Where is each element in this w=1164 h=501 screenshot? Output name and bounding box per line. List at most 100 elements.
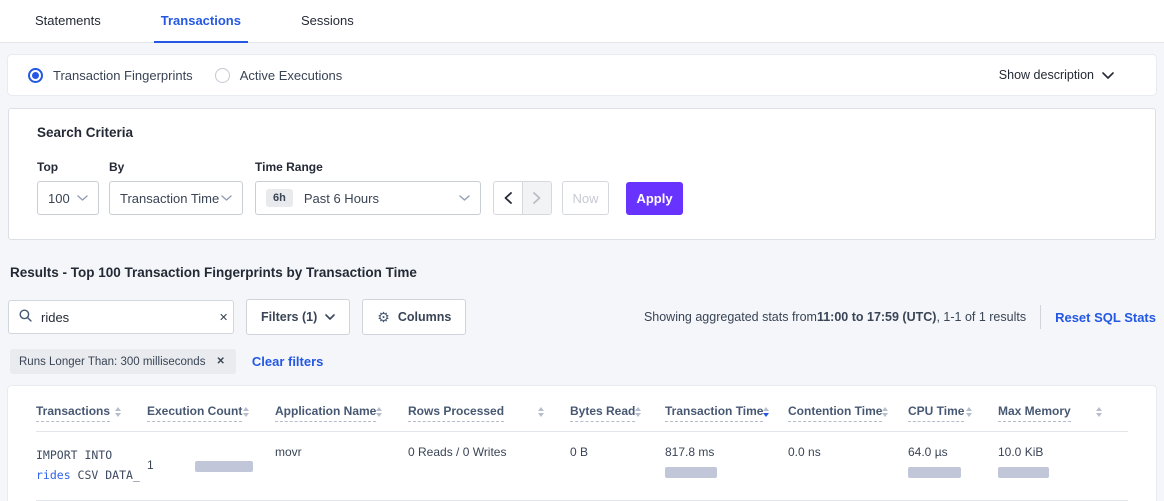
view-toggle-row: Transaction Fingerprints Active Executio…	[8, 55, 1156, 95]
transaction-time-cell: 817.8 ms	[665, 445, 788, 485]
tab-statements[interactable]: Statements	[28, 0, 108, 43]
transaction-time-value: 817.8 ms	[665, 445, 788, 459]
top-field: Top 100	[37, 160, 109, 215]
gear-icon: ⚙	[377, 310, 390, 324]
search-icon	[19, 309, 32, 325]
time-window-arrows	[493, 181, 552, 215]
table-row: IMPORT INTO rides CSV DATA_ 1 movr 0 Rea…	[36, 432, 1128, 501]
chevron-down-icon	[1102, 72, 1114, 79]
show-description-label: Show description	[999, 68, 1094, 82]
sort-icon[interactable]	[376, 404, 382, 417]
column-header-cpu-time[interactable]: CPU Time	[908, 404, 998, 422]
column-header-transaction-time[interactable]: Transaction Time	[665, 404, 788, 422]
max-memory-value: 10.0 KiB	[998, 445, 1128, 459]
time-range-field: Time Range 6h Past 6 Hours	[255, 160, 481, 215]
next-time-window-button[interactable]	[522, 182, 551, 214]
rows-processed-cell: 0 Reads / 0 Writes	[408, 445, 570, 485]
chevron-down-icon	[325, 314, 335, 320]
active-filters-row: Runs Longer Than: 300 milliseconds ✕ Cle…	[10, 349, 1154, 374]
time-range-select[interactable]: 6h Past 6 Hours	[255, 181, 481, 215]
sort-icon[interactable]	[882, 404, 888, 417]
tab-sessions[interactable]: Sessions	[294, 0, 361, 43]
radio-label: Active Executions	[240, 68, 343, 83]
by-select[interactable]: Transaction Time	[109, 181, 243, 215]
results-heading: Results - Top 100 Transaction Fingerprin…	[10, 265, 1154, 280]
column-header-max-memory[interactable]: Max Memory	[998, 404, 1128, 422]
sort-icon[interactable]	[1096, 404, 1102, 417]
filters-button-label: Filters (1)	[261, 310, 317, 324]
sort-icon[interactable]	[243, 404, 249, 417]
sort-icon[interactable]	[538, 404, 544, 417]
top-select[interactable]: 100	[37, 181, 99, 215]
time-range-value: Past 6 Hours	[304, 191, 379, 206]
stats-prefix: Showing aggregated stats from	[644, 310, 817, 324]
sort-icon[interactable]	[115, 404, 121, 417]
column-header-bytes-read[interactable]: Bytes Read	[570, 404, 665, 422]
execution-count-value: 1	[147, 458, 154, 472]
radio-unselected-icon	[215, 68, 230, 83]
time-range-badge: 6h	[266, 189, 293, 207]
by-select-value: Transaction Time	[120, 191, 219, 206]
max-memory-cell: 10.0 KiB	[998, 445, 1128, 485]
apply-button[interactable]: Apply	[626, 182, 683, 215]
column-header-label: Bytes Read	[570, 404, 635, 422]
column-header-execution-count[interactable]: Execution Count	[147, 404, 275, 422]
chevron-down-icon	[77, 195, 88, 201]
sort-icon[interactable]	[966, 404, 972, 417]
remove-filter-icon[interactable]: ✕	[214, 354, 226, 369]
radio-selected-icon	[28, 68, 43, 83]
sql-table-link[interactable]: rides	[36, 468, 71, 482]
search-input[interactable]	[41, 310, 217, 325]
columns-button-label: Columns	[398, 310, 451, 324]
now-button[interactable]: Now	[562, 181, 609, 215]
column-header-label: CPU Time	[908, 404, 964, 422]
transaction-time-bar	[665, 467, 717, 478]
show-description-toggle[interactable]: Show description	[999, 68, 1114, 82]
radio-transaction-fingerprints[interactable]: Transaction Fingerprints	[28, 68, 193, 83]
search-box: ✕	[8, 300, 234, 334]
filters-button[interactable]: Filters (1)	[246, 299, 350, 335]
column-header-transactions[interactable]: Transactions	[36, 404, 147, 422]
transaction-fingerprint-cell[interactable]: IMPORT INTO rides CSV DATA_	[36, 445, 147, 485]
column-header-label: Transaction Time	[665, 404, 763, 422]
by-label: By	[109, 160, 255, 174]
sort-icon[interactable]	[763, 404, 769, 417]
sql-line-1: IMPORT INTO	[36, 445, 147, 465]
divider	[1040, 305, 1041, 329]
clear-filters-link[interactable]: Clear filters	[252, 354, 324, 369]
column-header-label: Rows Processed	[408, 404, 504, 422]
column-header-contention-time[interactable]: Contention Time	[788, 404, 908, 422]
cpu-time-cell: 64.0 µs	[908, 445, 998, 485]
column-header-label: Transactions	[36, 404, 110, 422]
table-header-row: Transactions Execution Count Application…	[36, 404, 1128, 432]
sql-line-2: rides CSV DATA_	[36, 465, 147, 485]
stats-range: 11:00 to 17:59 (UTC)	[817, 310, 936, 324]
column-header-rows-processed[interactable]: Rows Processed	[408, 404, 570, 422]
radio-label: Transaction Fingerprints	[53, 68, 193, 83]
bytes-read-cell: 0 B	[570, 445, 665, 485]
radio-active-executions[interactable]: Active Executions	[215, 68, 343, 83]
column-header-label: Max Memory	[998, 404, 1071, 422]
reset-sql-stats-link[interactable]: Reset SQL Stats	[1055, 310, 1156, 325]
aggregated-stats-text: Showing aggregated stats from 11:00 to 1…	[644, 310, 1026, 324]
search-criteria-card: Search Criteria Top 100 By Transaction T…	[8, 108, 1156, 240]
sort-icon[interactable]	[635, 404, 641, 417]
filter-chip: Runs Longer Than: 300 milliseconds ✕	[10, 349, 236, 374]
chevron-down-icon	[221, 195, 232, 201]
column-header-application-name[interactable]: Application Name	[275, 404, 408, 422]
results-table: Transactions Execution Count Application…	[8, 386, 1156, 501]
stats-suffix: , 1-1 of 1 results	[936, 310, 1026, 324]
filter-chip-label: Runs Longer Than: 300 milliseconds	[19, 356, 205, 368]
columns-button[interactable]: ⚙ Columns	[362, 299, 466, 335]
clear-search-icon[interactable]: ✕	[217, 309, 230, 326]
bytes-read-value: 0 B	[570, 445, 588, 459]
results-toolbar: ✕ Filters (1) ⚙ Columns Showing aggregat…	[8, 299, 1156, 335]
top-tab-bar: Statements Transactions Sessions	[0, 0, 1164, 43]
application-name-value: movr	[275, 445, 302, 459]
tab-transactions[interactable]: Transactions	[154, 0, 248, 43]
column-header-label: Contention Time	[788, 404, 882, 422]
cpu-time-value: 64.0 µs	[908, 445, 998, 459]
prev-time-window-button[interactable]	[494, 182, 522, 214]
by-field: By Transaction Time	[109, 160, 255, 215]
application-name-cell: movr	[275, 445, 408, 485]
